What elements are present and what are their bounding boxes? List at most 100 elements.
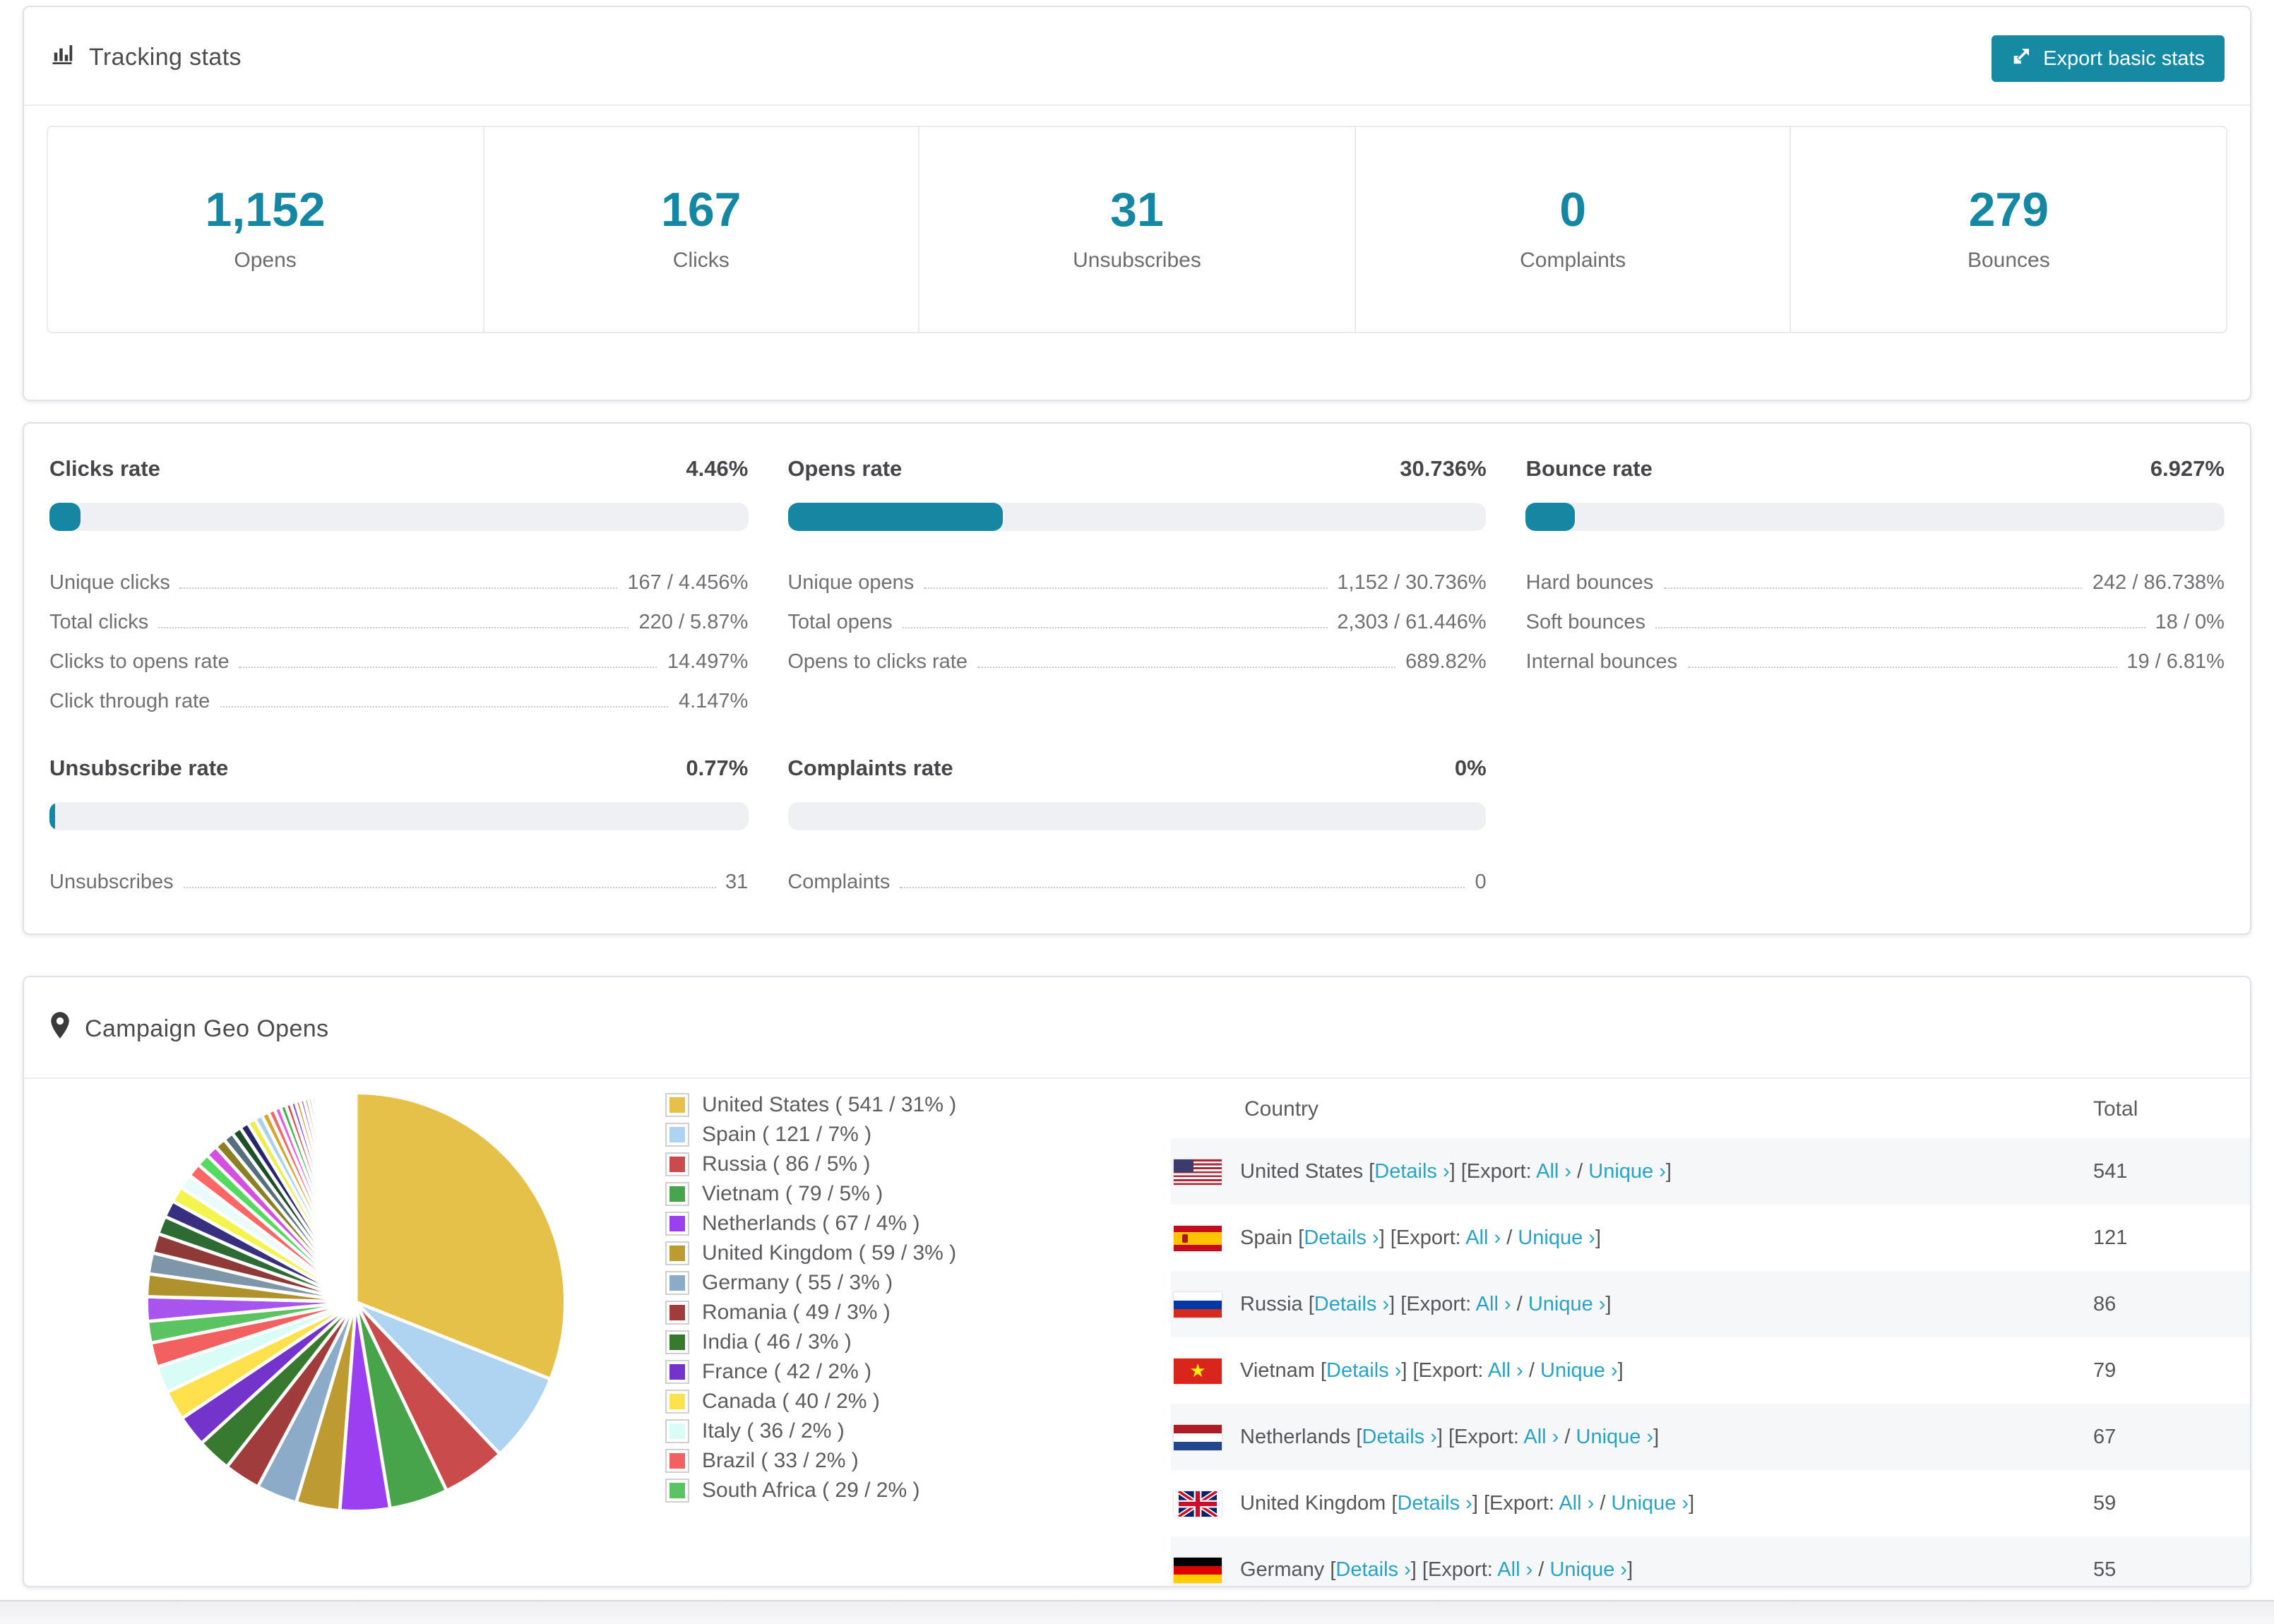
map-pin-icon bbox=[49, 1011, 71, 1046]
country-cell: United States [Details ›] [Export: All ›… bbox=[1240, 1160, 1672, 1183]
details-link[interactable]: Details › bbox=[1362, 1426, 1437, 1448]
table-row-es: Spain [Details ›] [Export: All › / Uniqu… bbox=[1171, 1205, 2250, 1271]
legend-swatch bbox=[665, 1123, 689, 1147]
table-body: United States [Details ›] [Export: All ›… bbox=[1171, 1138, 2250, 1586]
page-bottom-edge bbox=[0, 1600, 2274, 1624]
rate-detail-row: Complaints 0 bbox=[787, 871, 1487, 894]
stat-label: Clicks bbox=[672, 249, 730, 273]
rate-title: Unsubscribe rate bbox=[49, 757, 229, 781]
country-cell: Spain [Details ›] [Export: All › / Uniqu… bbox=[1240, 1226, 1602, 1249]
page-title: Tracking stats bbox=[89, 43, 242, 70]
legend-swatch bbox=[665, 1301, 689, 1325]
export-all-link[interactable]: All › bbox=[1476, 1293, 1511, 1315]
export-unique-link[interactable]: Unique › bbox=[1588, 1160, 1666, 1183]
table-row-vn: ★ Vietnam [Details ›] [Export: All › / Un… bbox=[1171, 1337, 2250, 1404]
legend-item-united-kingdom: United Kingdom ( 59 / 3% ) bbox=[665, 1238, 956, 1268]
details-link[interactable]: Details › bbox=[1397, 1492, 1472, 1515]
legend-swatch bbox=[665, 1241, 689, 1265]
export-unique-link[interactable]: Unique › bbox=[1540, 1359, 1618, 1382]
summary-stats-strip: 1,152 Opens 167 Clicks 31 Unsubscribes 0 Compla… bbox=[47, 126, 2227, 333]
legend-label: United States ( 541 / 31% ) bbox=[702, 1093, 957, 1117]
country-name: Germany bbox=[1240, 1558, 1325, 1581]
legend-item-vietnam: Vietnam ( 79 / 5% ) bbox=[665, 1179, 956, 1209]
rate-value: 30.736% bbox=[1400, 458, 1487, 482]
rate-detail-row: Clicks to opens rate 14.497% bbox=[49, 651, 749, 674]
country-cell: Netherlands [Details ›] [Export: All › /… bbox=[1240, 1426, 1660, 1448]
dotted-leader bbox=[977, 667, 1396, 668]
export-unique-link[interactable]: Unique › bbox=[1576, 1426, 1654, 1448]
rate-title: Opens rate bbox=[787, 458, 903, 482]
progress-bar bbox=[787, 503, 1487, 531]
details-link[interactable]: Details › bbox=[1335, 1558, 1410, 1581]
rate-value: 0% bbox=[1454, 757, 1487, 781]
details-link[interactable]: Details › bbox=[1314, 1293, 1389, 1315]
legend-item-spain: Spain ( 121 / 7% ) bbox=[665, 1120, 956, 1150]
legend-item-netherlands: Netherlands ( 67 / 4% ) bbox=[665, 1209, 956, 1238]
legend-item-romania: Romania ( 49 / 3% ) bbox=[665, 1298, 956, 1327]
summary-stat-opens: 1,152 Opens bbox=[48, 127, 484, 332]
summary-stat-unsubscribes: 31 Unsubscribes bbox=[919, 127, 1356, 332]
legend-swatch bbox=[665, 1182, 689, 1206]
rate-title: Bounce rate bbox=[1525, 458, 1653, 482]
legend-item-canada: Canada ( 40 / 2% ) bbox=[665, 1387, 956, 1416]
rate-section-unsubscribe-rate: Unsubscribe rate 0.77% Unsubscribes 31 bbox=[49, 757, 749, 898]
legend-swatch bbox=[665, 1152, 689, 1176]
export-all-link[interactable]: All › bbox=[1465, 1226, 1501, 1249]
legend-item-france: France ( 42 / 2% ) bbox=[665, 1357, 956, 1387]
column-header-total: Total bbox=[2093, 1097, 2138, 1121]
legend-swatch bbox=[665, 1390, 689, 1414]
legend-label: Canada ( 40 / 2% ) bbox=[702, 1390, 880, 1414]
export-all-link[interactable]: All › bbox=[1488, 1359, 1523, 1382]
export-all-link[interactable]: All › bbox=[1523, 1426, 1559, 1448]
geo-body: United States ( 541 / 31% ) Spain ( 121 /… bbox=[24, 1079, 2250, 1586]
details-link[interactable]: Details › bbox=[1304, 1226, 1379, 1249]
geo-country-table: Country Total United States [Details ›] … bbox=[1171, 1079, 2250, 1586]
export-all-link[interactable]: All › bbox=[1497, 1558, 1532, 1581]
progress-fill bbox=[49, 503, 81, 531]
country-total: 86 bbox=[2093, 1293, 2117, 1315]
progress-fill bbox=[1525, 503, 1575, 531]
stat-value: 31 bbox=[1110, 184, 1164, 237]
de-flag-icon bbox=[1174, 1557, 1222, 1582]
rate-detail-row: Unsubscribes 31 bbox=[49, 871, 749, 894]
dotted-leader bbox=[1655, 627, 2145, 628]
export-unique-link[interactable]: Unique › bbox=[1612, 1492, 1689, 1515]
stat-value: 1,152 bbox=[205, 184, 326, 237]
legend-item-germany: Germany ( 55 / 3% ) bbox=[665, 1268, 956, 1298]
tracking-stats-header: Tracking stats bbox=[24, 7, 2250, 105]
dotted-leader bbox=[924, 587, 1328, 589]
stat-label: Unsubscribes bbox=[1073, 249, 1201, 273]
export-icon bbox=[2011, 45, 2032, 72]
export-all-link[interactable]: All › bbox=[1536, 1160, 1571, 1183]
legend-swatch bbox=[665, 1330, 689, 1354]
export-all-link[interactable]: All › bbox=[1559, 1492, 1594, 1515]
summary-stat-bounces: 279 Bounces bbox=[1792, 127, 2226, 332]
rate-detail-row: Unique opens 1,152 / 30.736% bbox=[787, 572, 1487, 595]
rates-grid: Clicks rate 4.46% Unique clicks 167 / 4.456… bbox=[24, 424, 2250, 898]
country-cell: Russia [Details ›] [Export: All › / Uniq… bbox=[1240, 1293, 1612, 1315]
details-link[interactable]: Details › bbox=[1374, 1160, 1449, 1183]
export-unique-link[interactable]: Unique › bbox=[1528, 1293, 1606, 1315]
ru-flag-icon bbox=[1174, 1291, 1222, 1317]
legend-item-brazil: Brazil ( 33 / 2% ) bbox=[665, 1446, 956, 1476]
progress-fill bbox=[49, 802, 55, 830]
dotted-leader bbox=[900, 887, 1465, 888]
vn-flag-icon: ★ bbox=[1174, 1358, 1222, 1383]
progress-bar bbox=[49, 503, 749, 531]
country-cell: Germany [Details ›] [Export: All › / Uni… bbox=[1240, 1558, 1633, 1581]
dotted-leader bbox=[220, 706, 669, 707]
country-name: Russia bbox=[1240, 1293, 1303, 1315]
dotted-leader bbox=[183, 887, 716, 888]
progress-fill bbox=[787, 503, 1003, 531]
progress-bar bbox=[1525, 503, 2225, 531]
export-basic-stats-button[interactable]: Export basic stats bbox=[1991, 35, 2225, 82]
export-unique-link[interactable]: Unique › bbox=[1549, 1558, 1627, 1581]
legend-label: Brazil ( 33 / 2% ) bbox=[702, 1449, 859, 1473]
legend-swatch bbox=[665, 1479, 689, 1503]
export-unique-link[interactable]: Unique › bbox=[1518, 1226, 1595, 1249]
es-flag-icon bbox=[1174, 1225, 1222, 1250]
table-row-us: United States [Details ›] [Export: All ›… bbox=[1171, 1138, 2250, 1205]
details-link[interactable]: Details › bbox=[1326, 1359, 1401, 1382]
gb-flag-icon bbox=[1174, 1491, 1222, 1516]
table-row-de: Germany [Details ›] [Export: All › / Uni… bbox=[1171, 1536, 2250, 1586]
